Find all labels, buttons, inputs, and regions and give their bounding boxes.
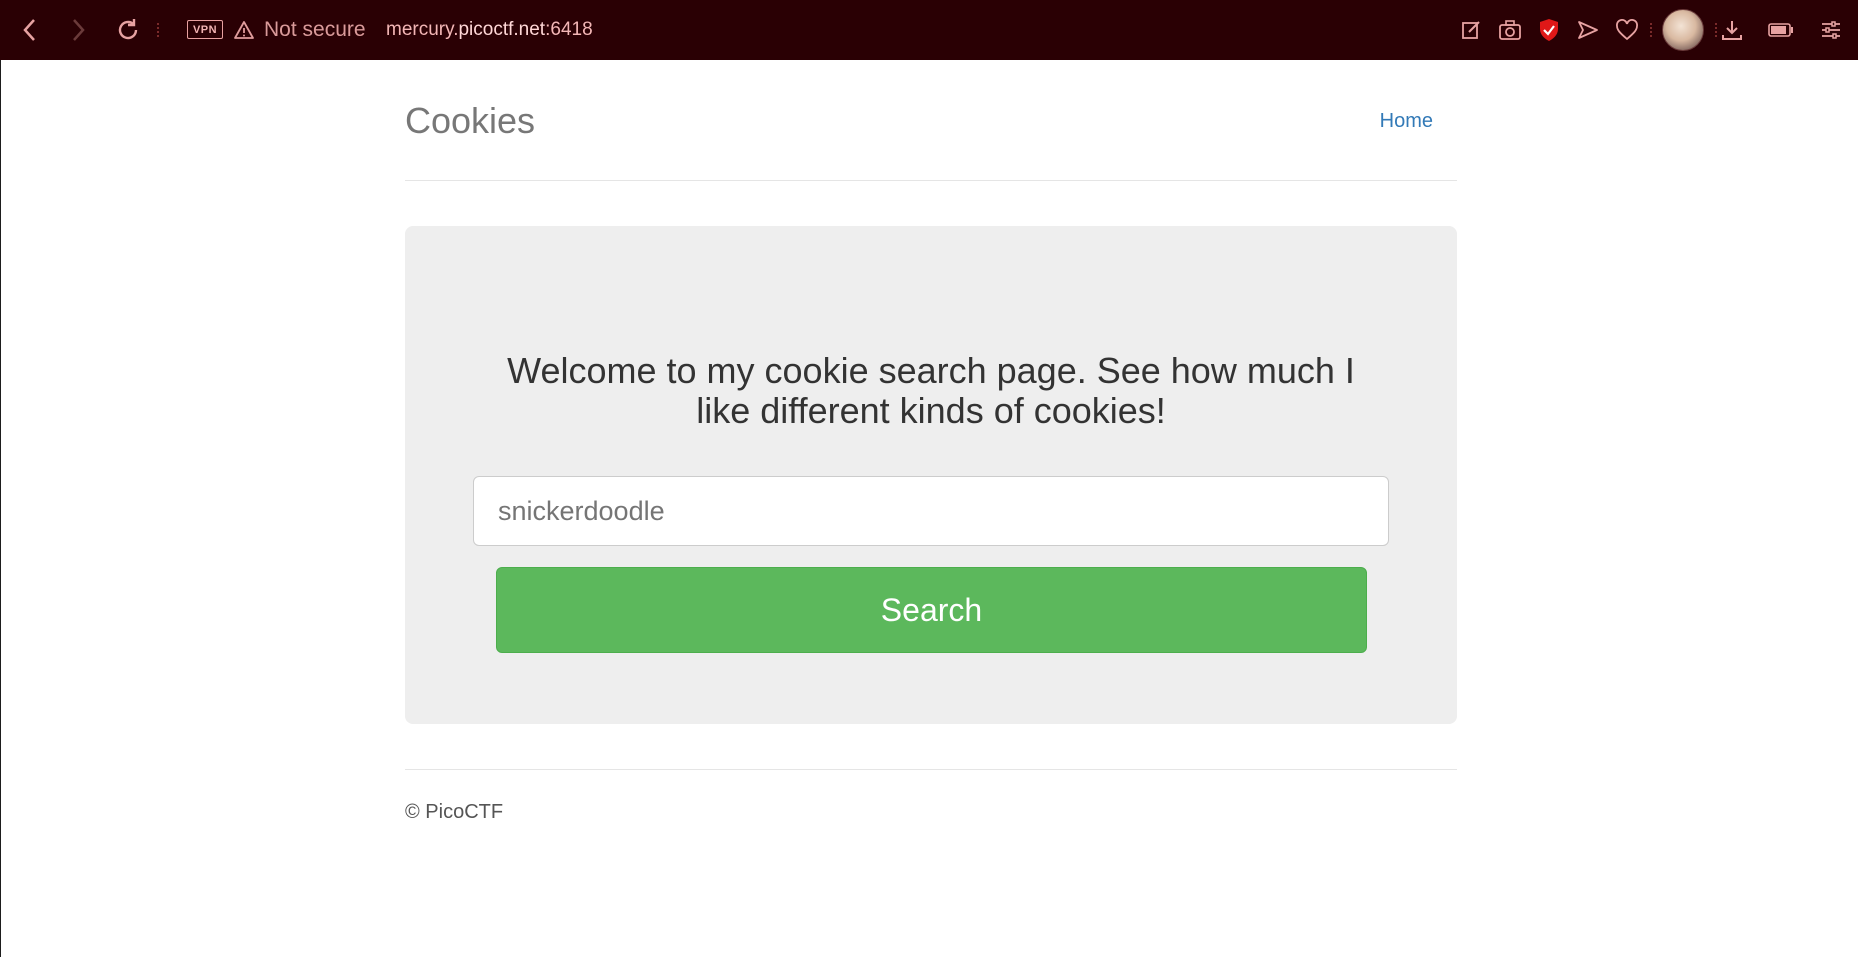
vpn-badge[interactable]: VPN <box>187 20 223 39</box>
profile-avatar[interactable] <box>1662 9 1704 51</box>
nav-home-link[interactable]: Home <box>1380 110 1433 133</box>
send-icon <box>1578 21 1598 39</box>
edit-icon <box>1462 21 1480 39</box>
warning-icon <box>234 21 254 39</box>
url-port: :6418 <box>545 19 593 40</box>
security-status[interactable]: Not secure <box>264 18 366 42</box>
battery-icon <box>1768 23 1793 37</box>
address-bar[interactable]: mercury.picoctf.net:6418 <box>386 19 593 41</box>
favorites-button[interactable] <box>1612 15 1642 45</box>
footer-divider <box>405 769 1457 770</box>
cookie-search-input[interactable] <box>473 476 1389 546</box>
heart-icon <box>1616 19 1638 41</box>
settings-sliders-icon <box>1822 21 1840 39</box>
window-edge <box>0 60 1 957</box>
reload-icon <box>118 19 138 40</box>
camera-icon <box>1499 20 1521 40</box>
url-host: picoctf.net <box>458 19 546 40</box>
shield-icon <box>1540 19 1558 41</box>
toolbar-separator <box>157 23 160 37</box>
reload-button[interactable] <box>108 0 148 60</box>
url-prefix: mercury. <box>386 19 459 40</box>
edit-button[interactable] <box>1456 15 1486 45</box>
download-button[interactable] <box>1717 15 1747 45</box>
battery-saver-button[interactable] <box>1766 15 1796 45</box>
search-button[interactable]: Search <box>496 567 1367 653</box>
search-panel: Welcome to my cookie search page. See ho… <box>405 226 1457 724</box>
chevron-right-icon <box>73 19 85 41</box>
toolbar-separator <box>1650 23 1653 37</box>
download-icon <box>1722 21 1742 40</box>
page-container: Cookies Home Welcome to my cookie search… <box>405 60 1457 823</box>
adblock-button[interactable] <box>1534 15 1564 45</box>
page-header: Cookies Home <box>405 60 1457 181</box>
chevron-left-icon <box>23 19 35 41</box>
easy-setup-button[interactable] <box>1816 15 1846 45</box>
snapshot-button[interactable] <box>1495 15 1525 45</box>
browser-toolbar: VPN Not secure mercury.picoctf.net:6418 <box>0 0 1858 60</box>
back-button[interactable] <box>10 0 50 60</box>
forward-button[interactable] <box>58 0 98 60</box>
page-title: Cookies <box>405 100 536 141</box>
welcome-heading: Welcome to my cookie search page. See ho… <box>507 350 1355 431</box>
footer-copyright: © PicoCTF <box>405 801 504 823</box>
send-button[interactable] <box>1573 15 1603 45</box>
